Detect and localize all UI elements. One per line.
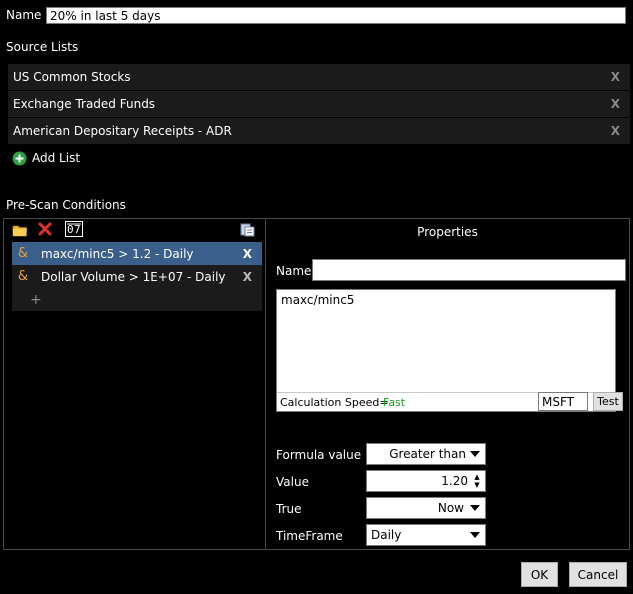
source-list-label: American Depositary Receipts - ADR bbox=[13, 124, 232, 138]
source-list-label: Exchange Traded Funds bbox=[13, 97, 156, 111]
paste-icon[interactable] bbox=[240, 222, 255, 237]
timeframe-label: TimeFrame bbox=[276, 529, 343, 543]
prescan-title: Pre-Scan Conditions bbox=[6, 198, 126, 212]
chevron-down-icon bbox=[470, 532, 480, 538]
calc-speed-label: Calculation Speed= bbox=[280, 396, 389, 409]
conditions-panel: 0 7 & maxc/minc5 > 1.2 - Daily X & Dolla… bbox=[3, 218, 266, 550]
true-select[interactable]: Now bbox=[366, 497, 486, 519]
chevron-down-icon bbox=[470, 451, 480, 457]
source-list-label: US Common Stocks bbox=[13, 70, 131, 84]
timeframe-select[interactable]: Daily bbox=[366, 524, 486, 546]
add-condition-button[interactable]: + bbox=[30, 292, 42, 308]
remove-source-button[interactable]: X bbox=[611, 97, 620, 111]
add-list-label: Add List bbox=[32, 151, 81, 165]
add-list-button[interactable]: Add List bbox=[12, 150, 80, 166]
value-label: Value bbox=[276, 475, 309, 489]
source-list-item[interactable]: American Depositary Receipts - ADR X bbox=[8, 118, 630, 144]
chevron-down-icon bbox=[470, 505, 480, 511]
property-name-input[interactable] bbox=[312, 259, 626, 281]
test-symbol-input[interactable] bbox=[538, 392, 588, 411]
true-option: Now bbox=[437, 501, 464, 515]
scan-name-input[interactable] bbox=[46, 7, 626, 24]
condition-row[interactable]: & Dollar Volume > 1E+07 - Daily X bbox=[12, 265, 262, 288]
add-condition-row[interactable]: + bbox=[12, 288, 262, 311]
delete-icon[interactable] bbox=[38, 222, 52, 236]
value-field: 1.20 bbox=[441, 474, 468, 488]
condition-row[interactable]: & maxc/minc5 > 1.2 - Daily X bbox=[12, 242, 262, 265]
formula-editor[interactable]: maxc/minc5 Calculation Speed= Fast Test bbox=[276, 289, 623, 412]
properties-panel: Properties Name maxc/minc5 Calculation S… bbox=[266, 218, 630, 550]
condition-text: Dollar Volume > 1E+07 - Daily bbox=[41, 269, 226, 284]
calc-speed-value: Fast bbox=[383, 396, 406, 409]
formula-value-label: Formula value bbox=[276, 448, 362, 462]
formula-icon[interactable]: 0 7 bbox=[65, 221, 83, 237]
test-button[interactable]: Test bbox=[593, 392, 623, 411]
source-list-item[interactable]: Exchange Traded Funds X bbox=[8, 91, 630, 117]
true-label: True bbox=[276, 502, 302, 516]
remove-condition-button[interactable]: X bbox=[243, 270, 252, 284]
timeframe-option: Daily bbox=[371, 528, 402, 542]
remove-condition-button[interactable]: X bbox=[243, 247, 252, 261]
cancel-button[interactable]: Cancel bbox=[569, 562, 627, 587]
remove-source-button[interactable]: X bbox=[611, 124, 620, 138]
add-circle-icon bbox=[12, 151, 27, 165]
svg-text:0: 0 bbox=[67, 223, 74, 236]
remove-source-button[interactable]: X bbox=[611, 70, 620, 84]
ok-button[interactable]: OK bbox=[521, 562, 558, 587]
source-lists-title: Source Lists bbox=[6, 40, 79, 54]
and-operator: & bbox=[17, 246, 29, 261]
and-operator: & bbox=[17, 269, 29, 284]
name-label: Name bbox=[6, 8, 42, 22]
stepper-arrows-icon[interactable]: ▲ ▼ bbox=[471, 473, 483, 489]
formula-text: maxc/minc5 bbox=[281, 293, 355, 307]
formula-value-option: Greater than bbox=[389, 447, 466, 461]
condition-text: maxc/minc5 > 1.2 - Daily bbox=[41, 246, 194, 261]
property-name-label: Name bbox=[276, 264, 312, 278]
value-stepper[interactable]: 1.20 ▲ ▼ bbox=[366, 470, 486, 492]
formula-value-select[interactable]: Greater than bbox=[366, 443, 486, 465]
source-list-item[interactable]: US Common Stocks X bbox=[8, 64, 630, 90]
folder-icon[interactable] bbox=[12, 223, 28, 237]
svg-text:7: 7 bbox=[74, 223, 81, 236]
properties-title: Properties bbox=[417, 225, 478, 239]
